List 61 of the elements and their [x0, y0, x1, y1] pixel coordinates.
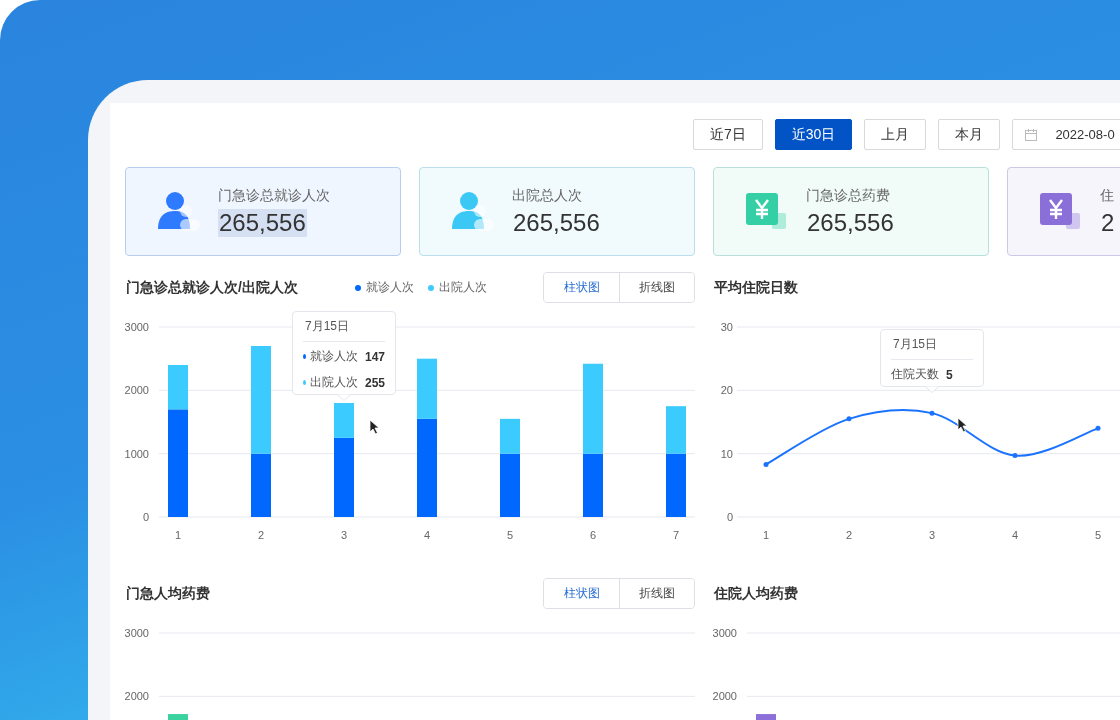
- calendar-icon: [1025, 128, 1038, 141]
- axis-tick-label: 6: [589, 529, 597, 541]
- axis-tick-label: 2000: [713, 690, 737, 703]
- chart-title: 平均住院日数: [713, 278, 798, 297]
- stat-value: 2: [1100, 208, 1116, 237]
- axis-tick-label: 1: [762, 529, 770, 541]
- axis-tick-label: 3000: [125, 627, 149, 639]
- date-range-field[interactable]: 2022-08-0: [1012, 119, 1120, 150]
- period-tab[interactable]: 近7日: [693, 119, 763, 150]
- axis-tick-label: 3: [928, 529, 936, 541]
- axis-tick-label: 5: [506, 529, 514, 541]
- axis-tick-label: 3000: [125, 321, 149, 333]
- legend-item: 出院人次: [427, 279, 487, 296]
- axis-tick-label: 4: [1011, 529, 1019, 541]
- stat-label: 出院总人次: [512, 186, 583, 205]
- axis-tick-label: 3: [340, 529, 348, 541]
- period-tab[interactable]: 近30日: [774, 119, 853, 150]
- chart-bar: [666, 453, 686, 517]
- cursor-icon: [957, 417, 968, 434]
- axis-tick-label: 1000: [125, 447, 149, 460]
- chart-bar: [168, 714, 188, 720]
- chart-bar: [756, 714, 776, 720]
- stat-label: 门急诊总就诊人次: [218, 186, 330, 205]
- axis-tick-label: 10: [720, 447, 733, 460]
- chart-bar: [583, 453, 603, 517]
- chart-title: 门急诊总就诊人次/出院人次: [125, 278, 298, 297]
- axis-tick-label: 0: [142, 511, 149, 523]
- chart-type-tab[interactable]: 折线图: [619, 579, 694, 608]
- tooltip-label: 出院人次: [309, 374, 358, 391]
- stat-label: 住: [1100, 186, 1115, 205]
- stat-value: 265,556: [512, 208, 601, 237]
- axis-tick-label: 7: [672, 529, 680, 541]
- tooltip-label: 住院天数: [891, 366, 939, 384]
- tooltip-value: 5: [946, 367, 953, 382]
- axis-tick-label: 4: [423, 529, 431, 541]
- period-tab[interactable]: 上月: [864, 119, 927, 150]
- axis-tick-label: 30: [720, 321, 733, 333]
- tooltip-value: 147: [364, 349, 385, 364]
- chart-title: 住院人均药费: [713, 584, 798, 603]
- axis-tick-label: 2000: [125, 690, 149, 703]
- axis-tick-label: 0: [726, 511, 733, 523]
- chart-type-tab[interactable]: 折线图: [619, 273, 694, 302]
- tooltip-title: 7月15日: [303, 312, 385, 342]
- legend-item: 就诊人次: [354, 279, 414, 296]
- axis-tick-label: 1: [174, 529, 182, 541]
- stat-label: 门急诊总药费: [806, 186, 891, 205]
- axis-tick-label: 20: [720, 384, 733, 397]
- cursor-icon: [369, 419, 380, 435]
- tooltip-label: 就诊人次: [309, 348, 358, 365]
- tooltip-title: 7月15日: [891, 330, 973, 361]
- axis-tick-label: 2: [845, 529, 853, 541]
- chart-bar: [666, 406, 686, 454]
- stat-value: 265,556: [218, 208, 307, 237]
- axis-tick-label: 3000: [713, 627, 737, 639]
- tooltip-value: 255: [364, 375, 385, 390]
- chart-title: 门急人均药费: [125, 584, 210, 603]
- axis-tick-label: 2000: [125, 384, 149, 397]
- stat-value: 265,556: [806, 208, 895, 237]
- axis-tick-label: 5: [1094, 529, 1102, 541]
- axis-tick-label: 2: [257, 529, 265, 541]
- period-tab[interactable]: 本月: [938, 119, 1001, 150]
